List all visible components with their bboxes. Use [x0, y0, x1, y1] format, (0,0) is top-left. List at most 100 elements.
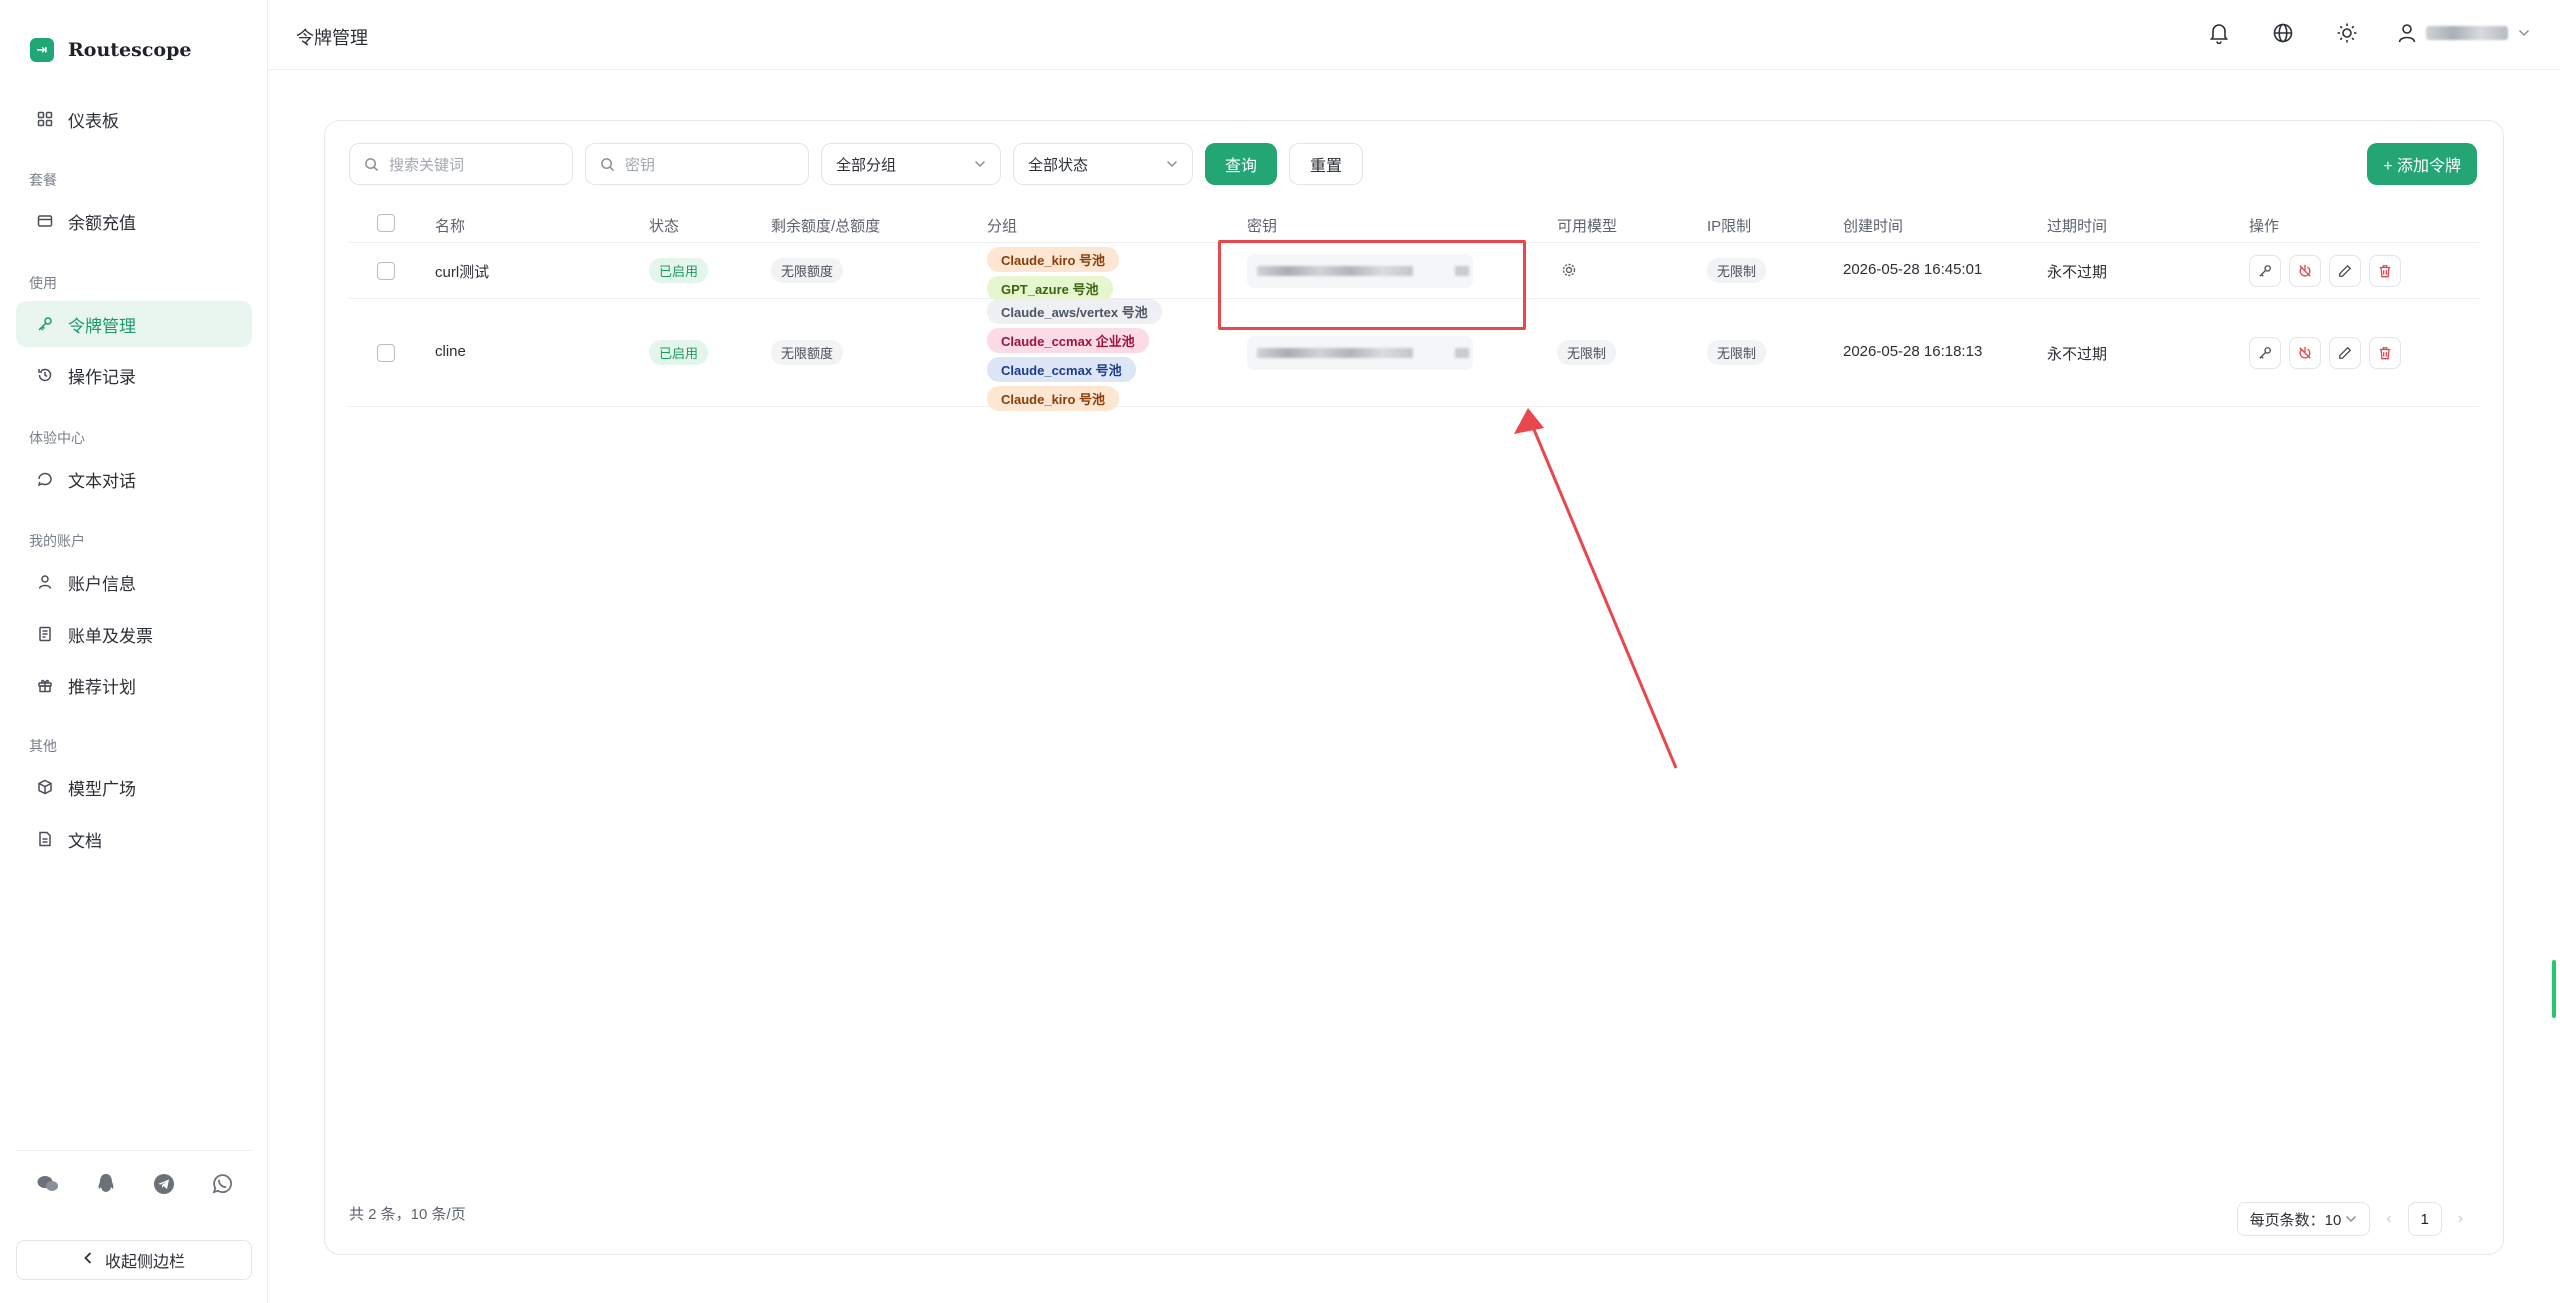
delete-button[interactable]	[2369, 337, 2401, 369]
next-page-icon[interactable]: ›	[2458, 1210, 2463, 1228]
sidebar-item-logs[interactable]: 操作记录	[16, 352, 252, 398]
ip-limit-badge: 无限制	[1707, 258, 1767, 283]
sidebar-item-label: 账单及发票	[68, 626, 153, 646]
view-key-button[interactable]	[2249, 337, 2281, 369]
chevron-left-icon	[83, 1251, 93, 1270]
social-links	[36, 1172, 234, 1196]
sidebar-item-billing[interactable]: 账单及发票	[16, 611, 252, 657]
collapse-sidebar-label: 收起侧边栏	[104, 1254, 185, 1271]
prev-page-icon[interactable]: ‹	[2386, 1210, 2391, 1228]
sidebar-item-account[interactable]: 账户信息	[16, 559, 252, 605]
column-expires: 过期时间	[2047, 218, 2108, 235]
annotation-highlight-box	[1218, 240, 1526, 330]
wechat-icon[interactable]	[36, 1172, 60, 1196]
sidebar-item-docs[interactable]: 文档	[16, 816, 252, 862]
row-actions	[2249, 255, 2401, 287]
chevron-down-icon	[974, 160, 986, 168]
bell-icon[interactable]	[2206, 20, 2232, 46]
sidebar-item-label: 模型广场	[68, 779, 136, 799]
annotation-arrow	[1514, 408, 1678, 769]
group-select[interactable]: 全部分组	[821, 143, 1001, 185]
sidebar-item-models[interactable]: 模型广场	[16, 764, 252, 810]
column-status: 状态	[649, 218, 680, 235]
pagination: 每页条数：10 ‹ 1 ›	[2236, 1202, 2463, 1236]
group-tags: Claude_aws/vertex 号池 Claude_ccmax 企业池 Cl…	[987, 299, 1162, 411]
sidebar-item-label: 操作记录	[68, 367, 136, 387]
group-tag: Claude_ccmax 号池	[987, 357, 1136, 382]
delete-button[interactable]	[2369, 255, 2401, 287]
created-time: 2026-05-28 16:18:13	[1843, 343, 1983, 360]
filter-toolbar: 搜索关键词 密钥 全部分组 全部状态 查询 重置	[349, 143, 1364, 185]
key-search-input[interactable]: 密钥	[585, 143, 809, 185]
edit-button[interactable]	[2329, 337, 2361, 369]
top-header: 令牌管理	[268, 0, 2560, 70]
disable-button[interactable]	[2289, 255, 2321, 287]
app-logo[interactable]: ⇥ Routescope	[30, 38, 191, 62]
status-badge: 已启用	[649, 340, 709, 365]
query-button[interactable]: 查询	[1205, 143, 1278, 185]
gear-icon[interactable]	[1561, 262, 1577, 278]
document-icon	[36, 830, 54, 848]
keyword-search-placeholder: 搜索关键词	[389, 156, 465, 174]
column-quota: 剩余额度/总额度	[771, 218, 881, 235]
group-tag: Claude_aws/vertex 号池	[987, 299, 1162, 324]
key-icon	[2259, 347, 2271, 359]
key-search-placeholder: 密钥	[625, 156, 656, 174]
sidebar-item-label: 推荐计划	[68, 677, 136, 697]
globe-icon[interactable]	[2270, 20, 2296, 46]
page-size-select[interactable]: 每页条数：10	[2236, 1202, 2371, 1236]
whatsapp-icon[interactable]	[210, 1172, 234, 1196]
status-select[interactable]: 全部状态	[1013, 143, 1193, 185]
scrollbar-thumb[interactable]	[2552, 960, 2556, 1018]
sidebar-section-experience: 体验中心	[29, 430, 85, 446]
sidebar-item-topup[interactable]: 余额充值	[16, 198, 252, 244]
collapse-sidebar-button[interactable]: 收起侧边栏	[16, 1240, 252, 1280]
pencil-icon	[2339, 264, 2352, 277]
search-icon	[601, 157, 615, 171]
keyword-search-input[interactable]: 搜索关键词	[349, 143, 573, 185]
sidebar-item-chat[interactable]: 文本对话	[16, 456, 252, 502]
sun-icon[interactable]	[2334, 20, 2360, 46]
power-off-icon	[2299, 264, 2311, 277]
group-tag: Claude_kiro 号池	[987, 247, 1120, 272]
expire-time: 永不过期	[2047, 264, 2108, 281]
select-all-checkbox[interactable]	[377, 214, 395, 232]
power-off-icon	[2299, 346, 2311, 359]
sidebar-item-referral[interactable]: 推荐计划	[16, 662, 252, 708]
chevron-down-icon	[1166, 160, 1178, 168]
sidebar-item-tokens[interactable]: 令牌管理	[16, 301, 252, 347]
disable-button[interactable]	[2289, 337, 2321, 369]
created-time: 2026-05-28 16:45:01	[1843, 261, 1983, 278]
sidebar-section-use: 使用	[29, 275, 57, 291]
row-checkbox[interactable]	[377, 262, 395, 280]
qq-icon[interactable]	[94, 1172, 118, 1196]
sidebar-section-other: 其他	[29, 738, 57, 754]
group-tag: Claude_kiro 号池	[987, 386, 1120, 411]
reset-button[interactable]: 重置	[1289, 143, 1364, 185]
key-icon	[36, 315, 54, 333]
sidebar-item-label: 文档	[68, 831, 102, 851]
sidebar-section-plan: 套餐	[29, 172, 57, 188]
gift-icon	[36, 676, 54, 694]
page-number[interactable]: 1	[2407, 1202, 2442, 1236]
sidebar-divider	[16, 1150, 252, 1151]
row-actions	[2249, 337, 2401, 369]
page-size-value: 每页条数：10	[2249, 1211, 2342, 1229]
search-icon	[365, 157, 379, 171]
history-icon	[36, 366, 54, 384]
pencil-icon	[2339, 346, 2352, 359]
token-key-redacted[interactable]	[1247, 336, 1473, 370]
add-token-button[interactable]: + 添加令牌	[2367, 143, 2477, 185]
token-name: cline	[435, 343, 466, 360]
header-actions	[2206, 20, 2530, 46]
column-key: 密钥	[1247, 218, 1278, 235]
user-menu[interactable]	[2398, 20, 2530, 46]
username-redacted	[2426, 26, 2508, 40]
row-checkbox[interactable]	[377, 344, 395, 362]
ip-limit-badge: 无限制	[1707, 340, 1767, 365]
telegram-icon[interactable]	[152, 1172, 176, 1196]
group-tags: Claude_kiro 号池 GPT_azure 号池	[987, 247, 1120, 301]
view-key-button[interactable]	[2249, 255, 2281, 287]
sidebar-item-dashboard[interactable]: 仪表板	[16, 96, 252, 142]
edit-button[interactable]	[2329, 255, 2361, 287]
